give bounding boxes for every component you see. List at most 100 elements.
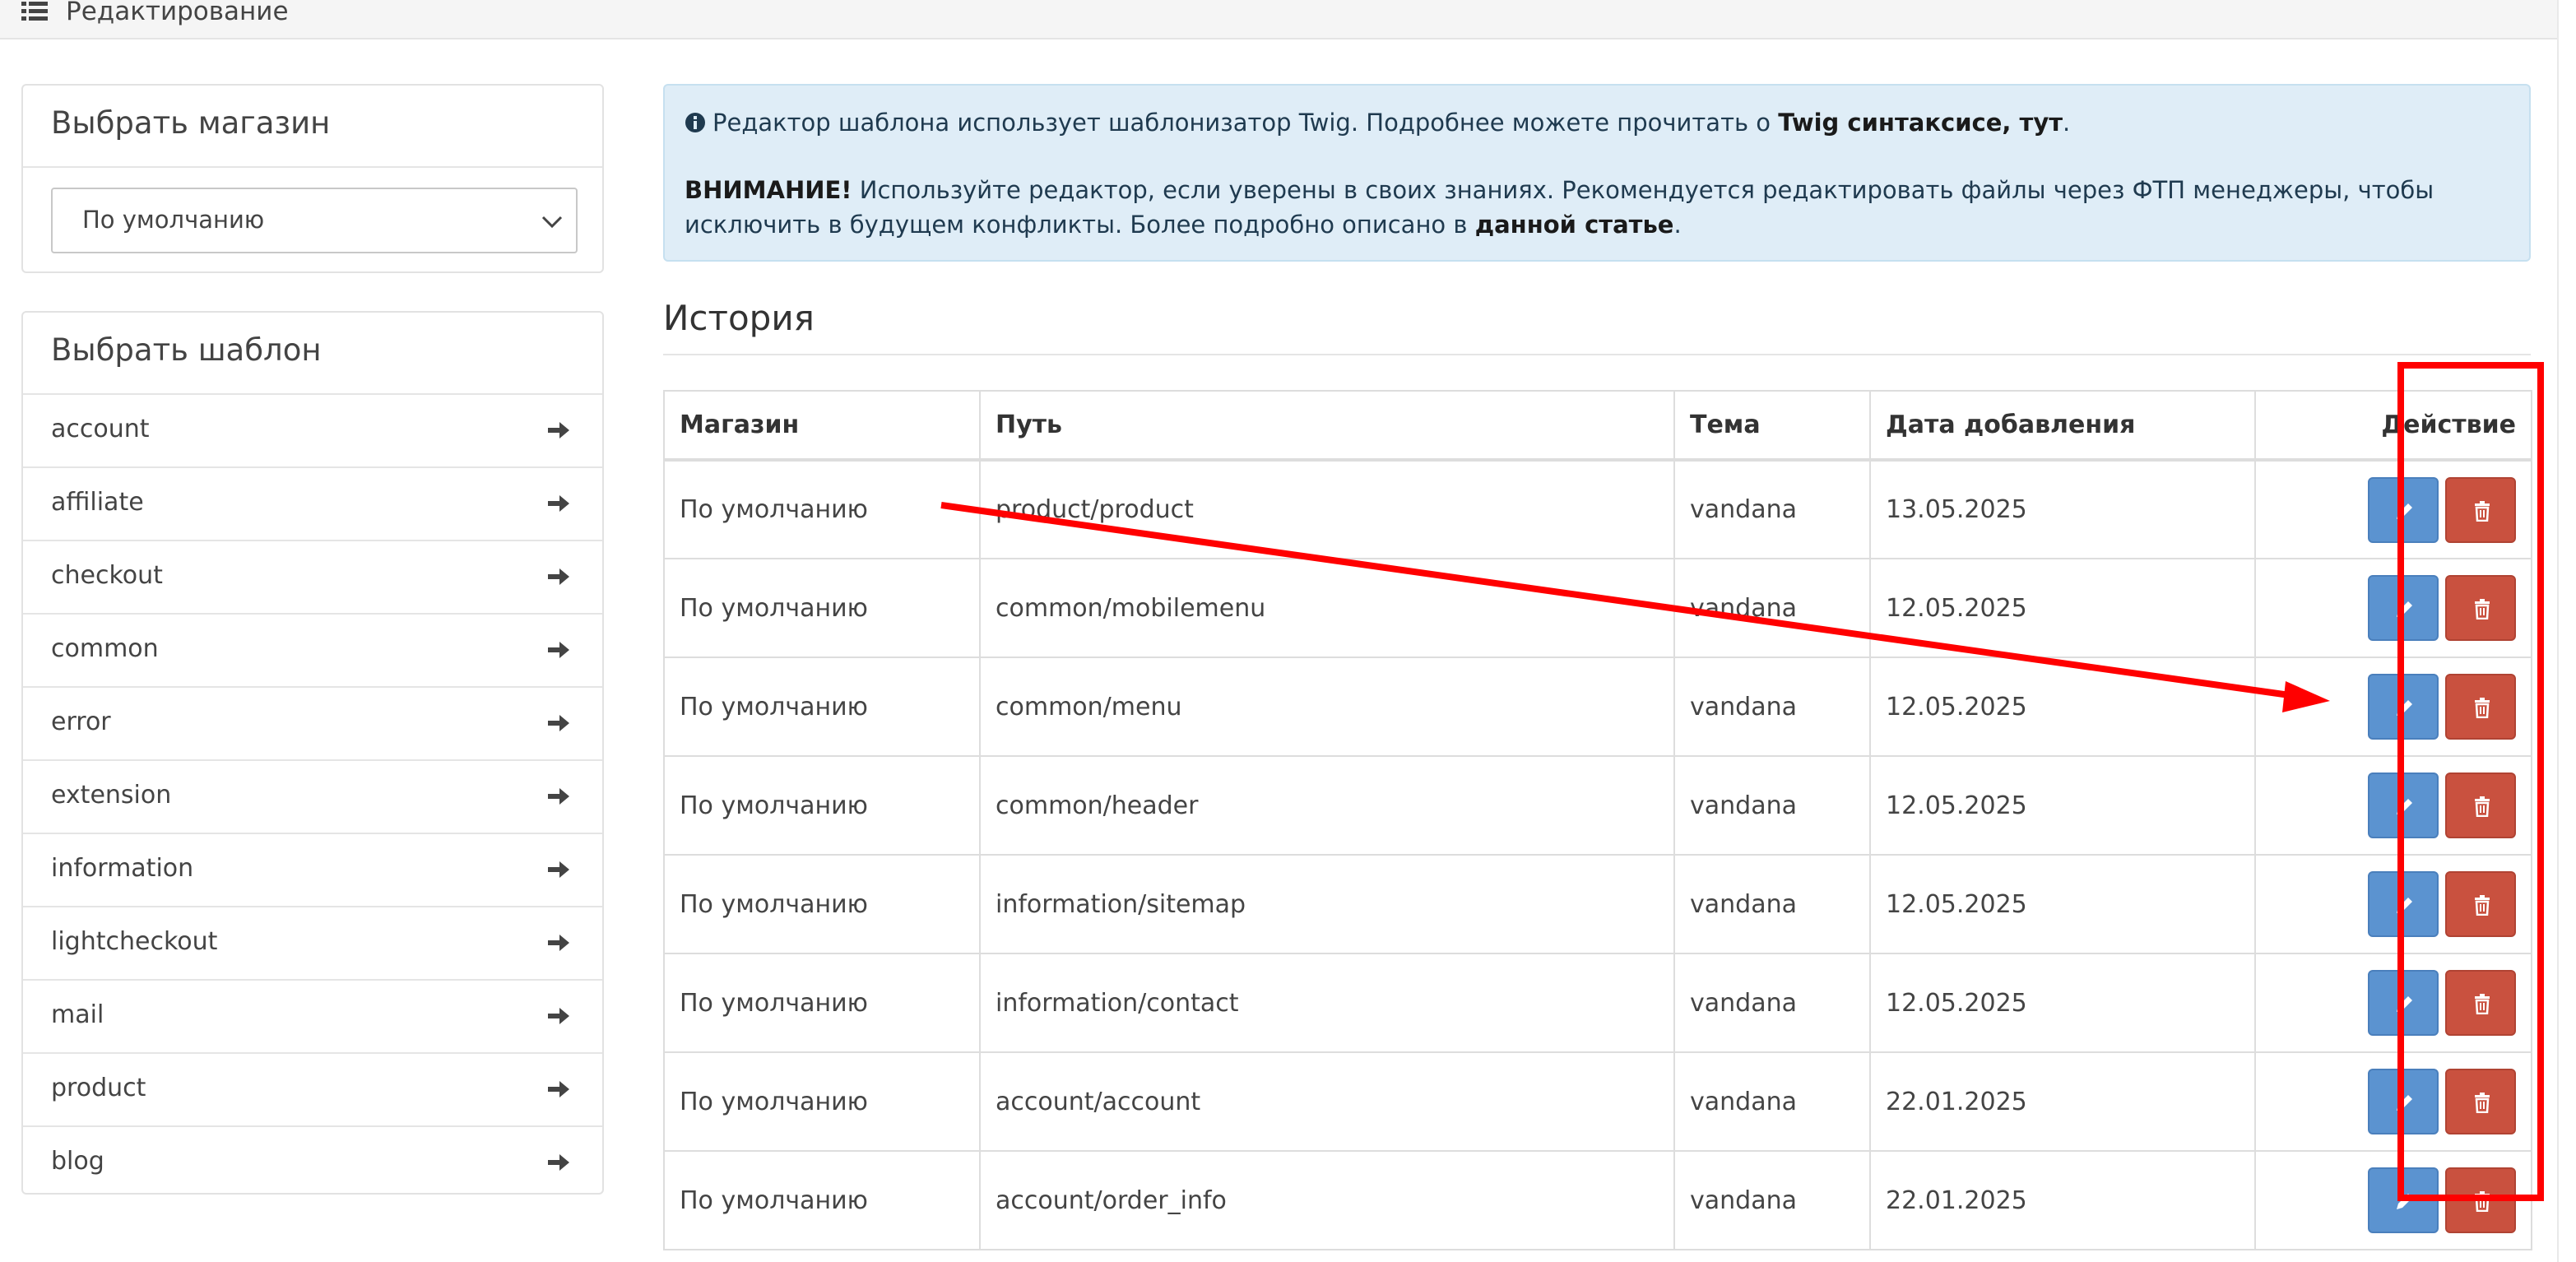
edit-button[interactable] bbox=[2368, 575, 2439, 641]
template-item-label: affiliate bbox=[51, 488, 144, 517]
template-item-label: lightcheckout bbox=[51, 927, 218, 956]
cell-date: 22.01.2025 bbox=[1869, 1150, 2256, 1250]
trash-icon bbox=[2475, 599, 2490, 619]
trash-icon bbox=[2475, 994, 2490, 1014]
cell-store: По умолчанию bbox=[663, 854, 981, 954]
warning-label: ВНИМАНИЕ! bbox=[685, 176, 852, 204]
template-item-mail[interactable]: mail bbox=[23, 981, 602, 1054]
template-item-label: account bbox=[51, 415, 150, 443]
delete-button[interactable] bbox=[2445, 476, 2516, 543]
cell-store: По умолчанию bbox=[663, 755, 981, 856]
delete-button[interactable] bbox=[2445, 1069, 2516, 1134]
template-item-error[interactable]: error bbox=[23, 688, 602, 761]
cell-actions bbox=[2254, 657, 2532, 757]
arrow-right-icon bbox=[548, 1154, 569, 1171]
template-item-extension[interactable]: extension bbox=[23, 761, 602, 834]
trash-icon bbox=[2475, 500, 2490, 522]
edit-button[interactable] bbox=[2368, 871, 2439, 937]
cell-actions bbox=[2254, 1051, 2532, 1152]
cell-store: По умолчанию bbox=[663, 459, 981, 559]
cell-path: account/order_info bbox=[979, 1150, 1675, 1250]
edit-button[interactable] bbox=[2368, 1167, 2439, 1233]
chevron-down-icon bbox=[541, 216, 563, 229]
alert-info-line: Редактор шаблона использует шаблонизатор… bbox=[685, 105, 2070, 140]
cell-theme: vandana bbox=[1673, 1150, 1871, 1250]
info-circle-icon bbox=[685, 113, 705, 132]
cell-store: По умолчанию bbox=[663, 558, 981, 658]
store-select-value: По умолчанию bbox=[82, 206, 265, 234]
column-path[interactable]: Путь bbox=[979, 390, 1675, 462]
cell-actions bbox=[2254, 755, 2532, 856]
page-title: Редактирование bbox=[66, 0, 289, 26]
table-row: По умолчанию product/product vandana 13.05.… bbox=[663, 459, 2532, 559]
template-item-label: checkout bbox=[51, 561, 163, 590]
cell-store: По умолчанию bbox=[663, 1051, 981, 1152]
arrow-right-icon bbox=[548, 642, 569, 658]
trash-icon bbox=[2475, 1093, 2490, 1113]
cell-date: 12.05.2025 bbox=[1869, 953, 2256, 1053]
alert-warning-line: ВНИМАНИЕ! Используйте редактор, если уве… bbox=[685, 173, 2495, 242]
cell-theme: vandana bbox=[1673, 755, 1871, 856]
delete-button[interactable] bbox=[2445, 674, 2516, 740]
trash-icon bbox=[2475, 796, 2490, 817]
article-link[interactable]: данной статье bbox=[1475, 211, 1674, 239]
store-select[interactable]: По умолчанию bbox=[51, 188, 578, 253]
edit-button[interactable] bbox=[2368, 1069, 2439, 1134]
cell-actions bbox=[2254, 953, 2532, 1053]
store-panel-header: Выбрать магазин bbox=[23, 86, 602, 168]
template-item-affiliate[interactable]: affiliate bbox=[23, 468, 602, 541]
template-item-label: common bbox=[51, 634, 159, 663]
cell-theme: vandana bbox=[1673, 657, 1871, 757]
pencil-icon bbox=[2397, 503, 2412, 519]
store-panel-title: Выбрать магазин bbox=[51, 105, 331, 141]
template-item-label: product bbox=[51, 1074, 146, 1102]
delete-button[interactable] bbox=[2445, 1167, 2516, 1233]
store-panel: Выбрать магазин По умолчанию bbox=[21, 84, 604, 273]
cell-date: 13.05.2025 bbox=[1869, 459, 2256, 559]
divider bbox=[663, 354, 2531, 355]
cell-date: 22.01.2025 bbox=[1869, 1051, 2256, 1152]
arrow-right-icon bbox=[548, 715, 569, 731]
delete-button[interactable] bbox=[2445, 575, 2516, 641]
template-item-blog[interactable]: blog bbox=[23, 1127, 602, 1200]
cell-theme: vandana bbox=[1673, 854, 1871, 954]
table-row: По умолчанию information/sitemap vandana 12… bbox=[663, 854, 2532, 954]
column-store[interactable]: Магазин bbox=[663, 390, 981, 462]
table-row: По умолчанию common/header vandana 12.05.20… bbox=[663, 755, 2532, 856]
page-header: Редактирование bbox=[0, 0, 2557, 39]
scrollbar[interactable] bbox=[2557, 0, 2576, 1262]
template-item-lightcheckout[interactable]: lightcheckout bbox=[23, 907, 602, 981]
edit-button[interactable] bbox=[2368, 773, 2439, 838]
cell-theme: vandana bbox=[1673, 459, 1871, 559]
template-item-product[interactable]: product bbox=[23, 1054, 602, 1127]
delete-button[interactable] bbox=[2445, 970, 2516, 1036]
cell-path: common/menu bbox=[979, 657, 1675, 757]
template-panel-header: Выбрать шаблон bbox=[23, 313, 602, 395]
cell-store: По умолчанию bbox=[663, 657, 981, 757]
cell-path: common/mobilemenu bbox=[979, 558, 1675, 658]
alert-punct: . bbox=[2063, 109, 2071, 137]
cell-date: 12.05.2025 bbox=[1869, 657, 2256, 757]
template-item-checkout[interactable]: checkout bbox=[23, 541, 602, 615]
list-icon bbox=[21, 2, 48, 21]
cell-theme: vandana bbox=[1673, 1051, 1871, 1152]
template-item-information[interactable]: information bbox=[23, 834, 602, 907]
table-row: По умолчанию account/account vandana 22.01.… bbox=[663, 1051, 2532, 1152]
template-item-common[interactable]: common bbox=[23, 615, 602, 688]
template-item-label: information bbox=[51, 854, 194, 883]
edit-button[interactable] bbox=[2368, 970, 2439, 1036]
arrow-right-icon bbox=[548, 788, 569, 805]
cell-path: information/sitemap bbox=[979, 854, 1675, 954]
pencil-icon bbox=[2397, 996, 2412, 1012]
table-header-row: Магазин Путь Тема Дата добавления Действ… bbox=[663, 390, 2532, 462]
template-item-account[interactable]: account bbox=[23, 395, 602, 468]
delete-button[interactable] bbox=[2445, 773, 2516, 838]
cell-actions bbox=[2254, 1150, 2532, 1250]
column-date[interactable]: Дата добавления bbox=[1869, 390, 2256, 462]
twig-syntax-link[interactable]: Twig синтаксисе, тут bbox=[1778, 109, 2063, 137]
edit-button[interactable] bbox=[2368, 674, 2439, 740]
edit-button[interactable] bbox=[2368, 476, 2439, 543]
delete-button[interactable] bbox=[2445, 871, 2516, 937]
cell-path: account/account bbox=[979, 1051, 1675, 1152]
column-theme[interactable]: Тема bbox=[1673, 390, 1871, 462]
